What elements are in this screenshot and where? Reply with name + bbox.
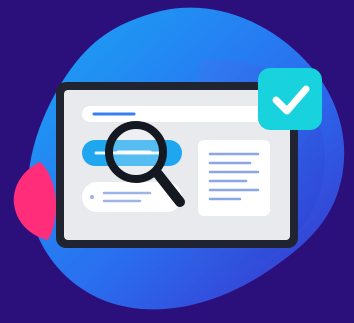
result-dot xyxy=(90,195,94,199)
document-card xyxy=(198,140,270,216)
illustration-stage xyxy=(0,0,354,323)
search-illustration xyxy=(0,0,354,323)
checkmark-badge xyxy=(258,68,322,130)
